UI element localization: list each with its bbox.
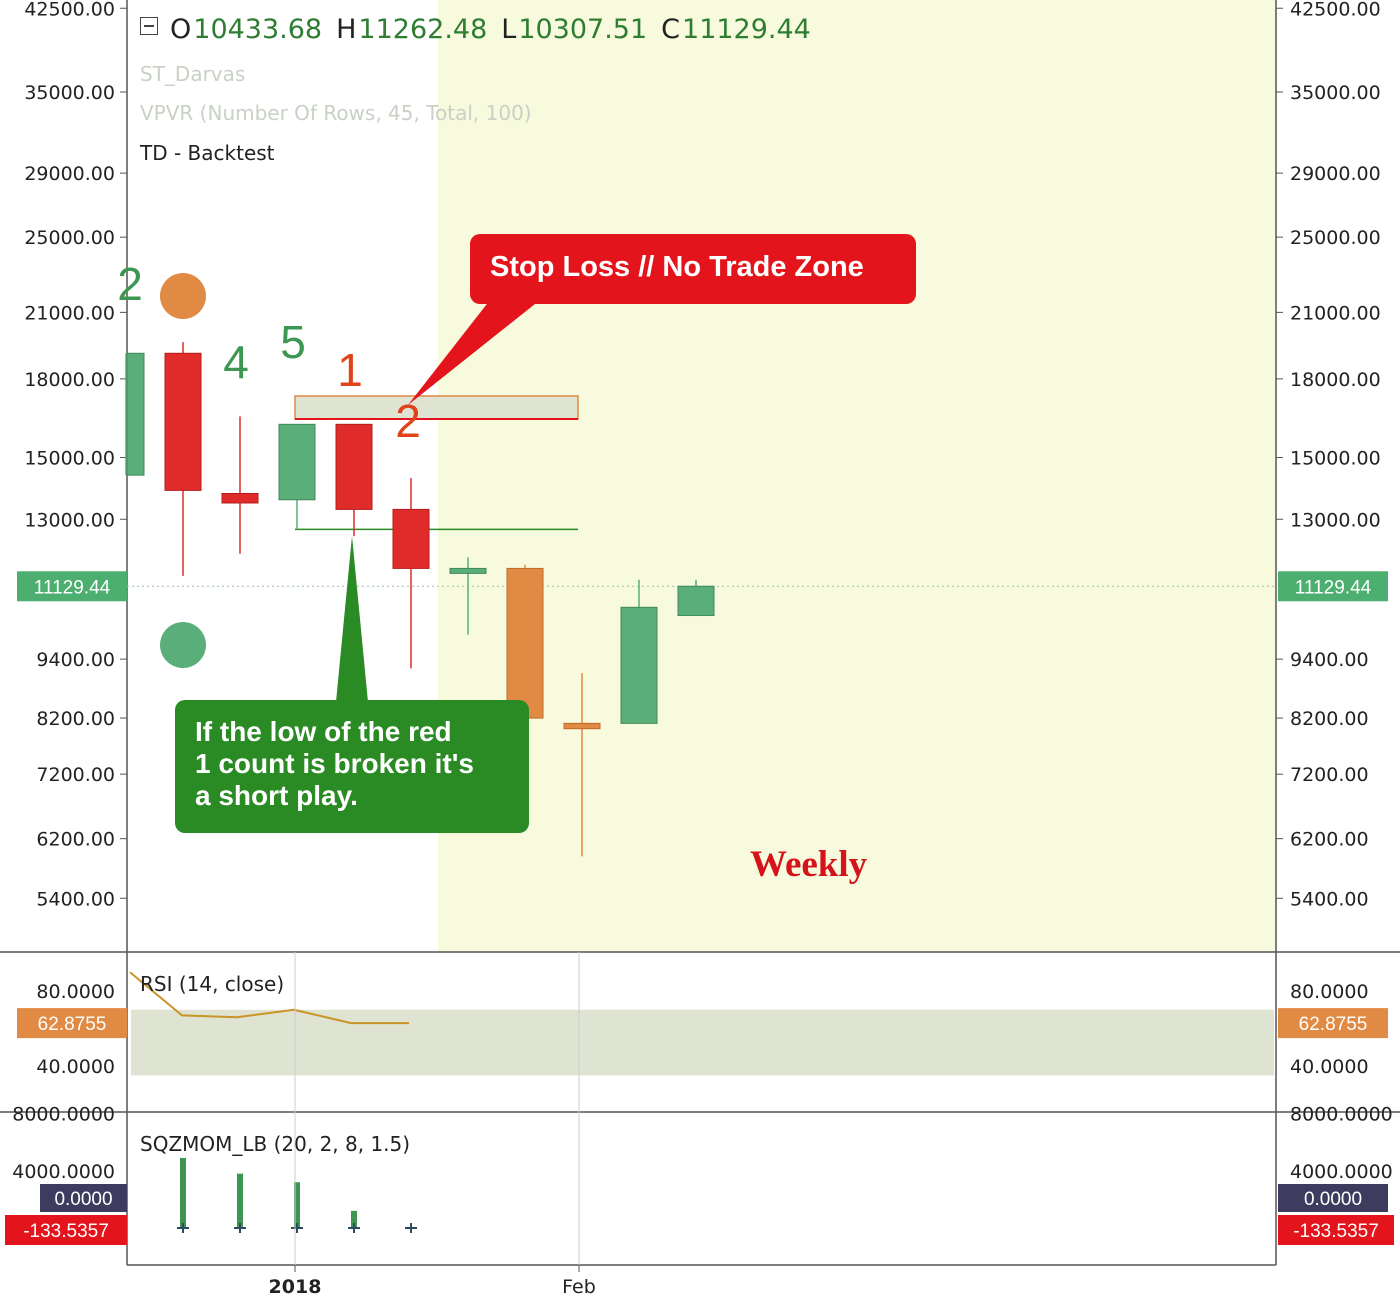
darvas-marker-bottom	[160, 622, 206, 668]
indicator-label-vpvr[interactable]: VPVR (Number Of Rows, 45, Total, 100)	[140, 101, 532, 125]
price-tick-left-6: 15000.00	[24, 448, 115, 470]
sqzmom-pane-title[interactable]: SQZMOM_LB (20, 2, 8, 1.5)	[140, 1132, 410, 1156]
ohlc-open-value: 10433.68	[193, 14, 323, 45]
ohlc-close-value: 11129.44	[682, 14, 811, 45]
ohlc-high-value: 11262.48	[358, 14, 488, 45]
price-tick-left-8: 9400.00	[36, 649, 115, 671]
sqz-bar-0	[180, 1157, 186, 1228]
candle-body-6	[449, 567, 487, 574]
ohlc-open-key: O	[170, 14, 192, 45]
indicator-label-td-backtest[interactable]: TD - Backtest	[140, 141, 275, 165]
short-play-callout-pointer	[336, 536, 368, 702]
rsi-tick-left-1: 40.0000	[36, 1056, 115, 1078]
rsi-value-badge-left: 62.8755	[38, 1014, 107, 1035]
candle-body-1	[164, 352, 202, 491]
td-count-label-3: 2	[395, 395, 421, 447]
rsi-tick-right-0: 80.0000	[1290, 981, 1369, 1003]
price-tick-right-9: 8200.00	[1290, 708, 1369, 730]
price-tick-left-12: 5400.00	[36, 888, 115, 910]
price-tick-left-3: 25000.00	[24, 227, 115, 249]
sqz-zero-badge-right: 0.0000	[1304, 1189, 1362, 1210]
timeframe-label: Weekly	[750, 844, 868, 885]
last-price-badge-left: 11129.44	[34, 577, 111, 598]
price-tick-right-10: 7200.00	[1290, 764, 1369, 786]
price-tick-left-9: 8200.00	[36, 708, 115, 730]
rsi-tick-left-0: 80.0000	[36, 981, 115, 1003]
price-tick-right-11: 6200.00	[1290, 829, 1369, 851]
indicator-label-darvas[interactable]: ST_Darvas	[140, 62, 245, 86]
price-tick-right-4: 21000.00	[1290, 302, 1381, 324]
td-count-label-4: 2	[117, 258, 143, 310]
rsi-band	[131, 1009, 1274, 1076]
price-tick-left-1: 35000.00	[24, 82, 115, 104]
sqz-tick-right-1: 4000.0000	[1290, 1161, 1393, 1183]
short-play-line-2: 1 count is broken it's	[195, 748, 474, 779]
rsi-value-badge-right: 62.8755	[1299, 1014, 1368, 1035]
price-tick-left-0: 42500.00	[24, 0, 115, 20]
price-tick-right-3: 25000.00	[1290, 227, 1381, 249]
time-tick-1: Feb	[562, 1276, 596, 1298]
sqz-tick-left-0: 8000.0000	[12, 1104, 115, 1126]
last-price-badge-right: 11129.44	[1295, 577, 1372, 598]
rsi-pane-title[interactable]: RSI (14, close)	[140, 972, 284, 996]
td-count-label-2: 1	[337, 344, 363, 396]
darvas-marker-top	[160, 273, 206, 319]
rsi-tick-right-1: 40.0000	[1290, 1056, 1369, 1078]
time-tick-0: 2018	[269, 1276, 322, 1298]
price-tick-left-11: 6200.00	[36, 829, 115, 851]
price-tick-left-4: 21000.00	[24, 302, 115, 324]
price-tick-right-6: 15000.00	[1290, 448, 1381, 470]
stop-loss-box	[294, 395, 579, 420]
candle-body-5	[392, 508, 430, 569]
price-tick-right-7: 13000.00	[1290, 509, 1381, 531]
price-tick-right-8: 9400.00	[1290, 649, 1369, 671]
sqz-zero-badge-left: 0.0000	[54, 1189, 112, 1210]
sqz-tick-right-0: 8000.0000	[1290, 1104, 1393, 1126]
candle-body-9	[620, 606, 658, 724]
price-tick-right-5: 18000.00	[1290, 369, 1381, 391]
price-tick-left-10: 7200.00	[36, 764, 115, 786]
sqz-tick-left-1: 4000.0000	[12, 1161, 115, 1183]
price-tick-right-12: 5400.00	[1290, 888, 1369, 910]
ohlc-close-key: C	[661, 14, 681, 45]
short-play-callout: If the low of the red 1 count is broken …	[175, 700, 529, 833]
candle-body-8	[563, 722, 601, 730]
sqz-value-badge-right: -133.5357	[1293, 1221, 1379, 1242]
td-count-label-1: 5	[280, 316, 306, 368]
price-tick-right-1: 35000.00	[1290, 82, 1381, 104]
short-play-line-1: If the low of the red	[195, 716, 452, 747]
price-tick-left-5: 18000.00	[24, 369, 115, 391]
candle-body-3	[278, 423, 316, 501]
ohlc-low-value: 10307.51	[518, 14, 648, 45]
candle-body-7	[506, 567, 544, 719]
candle-body-10	[677, 585, 715, 617]
ohlc-high-key: H	[336, 14, 357, 45]
chart-canvas: 42500.00 42500.00 35000.00 35000.00 29000.00…	[0, 0, 1400, 1298]
ohlc-legend: O10433.68 H11262.48 L10307.51 C11129.44	[140, 14, 825, 45]
short-play-line-3: a short play.	[195, 780, 358, 811]
ohlc-low-key: L	[501, 14, 517, 45]
sqz-value-badge-left: -133.5357	[23, 1221, 109, 1242]
price-tick-left-2: 29000.00	[24, 163, 115, 185]
stop-loss-callout: Stop Loss // No Trade Zone	[470, 234, 916, 304]
td-count-label-0: 4	[223, 336, 249, 388]
no-trade-zone	[438, 0, 1276, 952]
candle-body-0	[126, 352, 145, 476]
collapse-icon[interactable]	[140, 17, 158, 35]
price-tick-right-2: 29000.00	[1290, 163, 1381, 185]
price-tick-right-0: 42500.00	[1290, 0, 1381, 20]
candle-body-4	[335, 423, 373, 510]
candle-body-2	[221, 492, 259, 504]
price-tick-left-7: 13000.00	[24, 509, 115, 531]
sqz-bar-1	[237, 1173, 243, 1228]
